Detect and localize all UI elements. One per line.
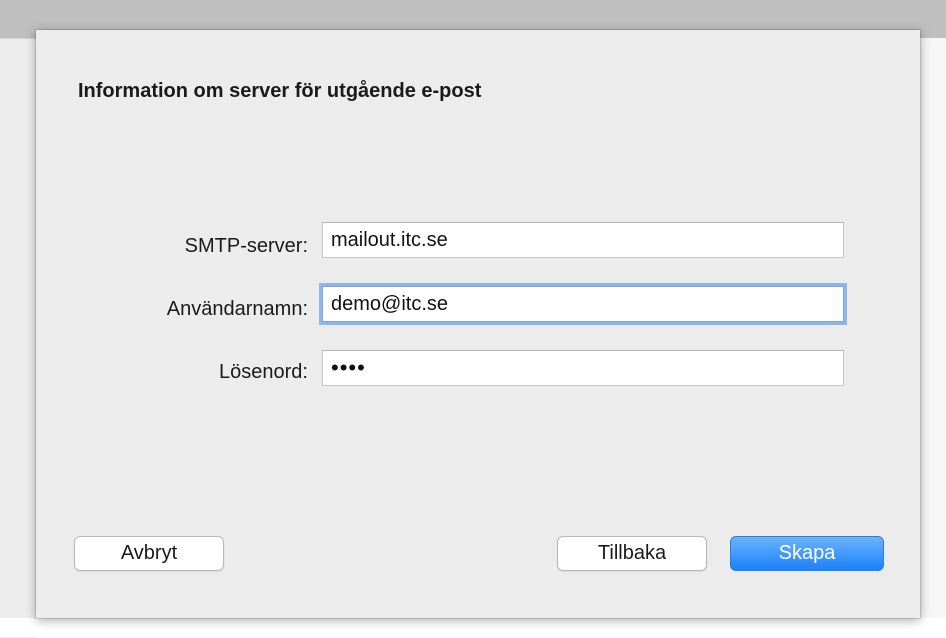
background-window-bottom — [0, 618, 946, 637]
password-field[interactable]: •••• — [322, 350, 844, 386]
background-window-left — [0, 38, 36, 638]
background-window-right — [920, 38, 946, 637]
outgoing-mail-server-dialog: Information om server för utgående e-pos… — [36, 30, 920, 618]
smtp-server-label: SMTP-server: — [184, 235, 308, 257]
username-field[interactable]: demo@itc.se — [322, 286, 844, 322]
create-button[interactable]: Skapa — [730, 536, 884, 571]
username-label: Användarnamn: — [166, 298, 308, 320]
password-label: Lösenord: — [219, 361, 308, 383]
cancel-button[interactable]: Avbryt — [74, 536, 224, 571]
dialog-title: Information om server för utgående e-pos… — [78, 80, 482, 102]
back-button[interactable]: Tillbaka — [557, 536, 707, 571]
smtp-server-field[interactable]: mailout.itc.se — [322, 222, 844, 258]
